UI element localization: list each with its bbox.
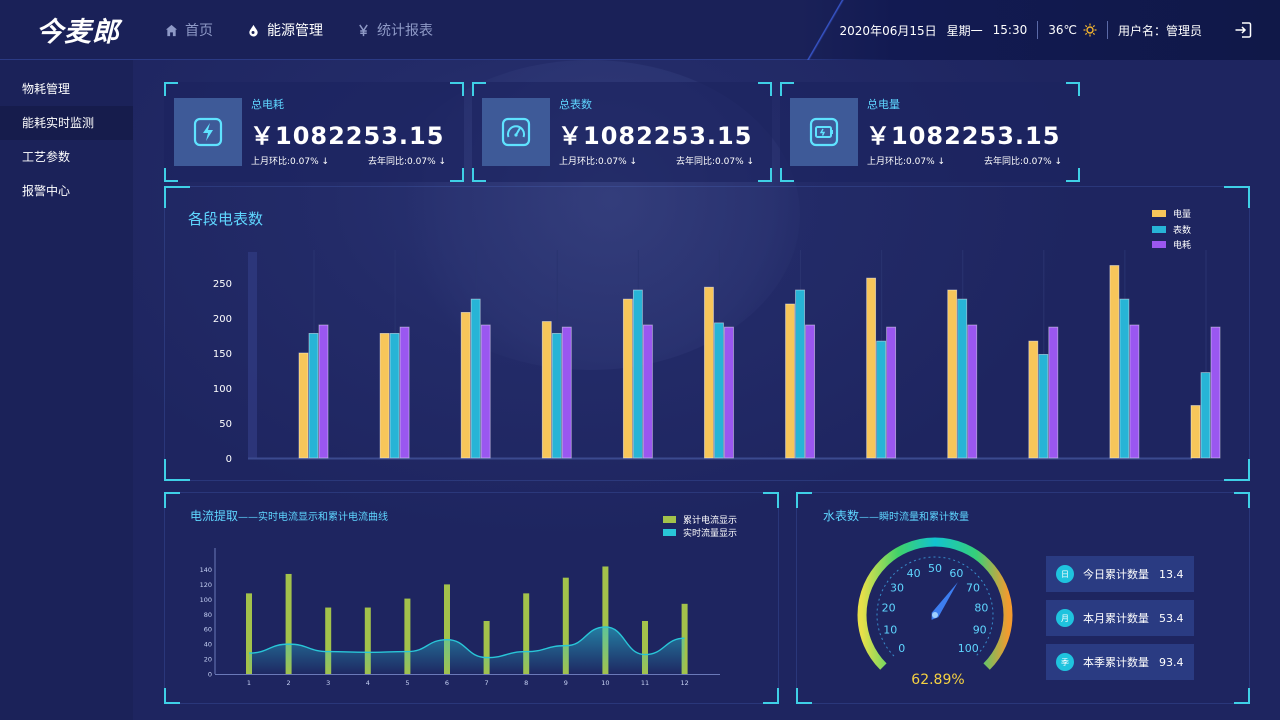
- arrow-down-icon: ↓: [321, 157, 330, 167]
- stat-card-electricity: 总电量 ￥1082253.15 上月环比:0.07% ↓ 去年同比:0.07% …: [780, 82, 1080, 182]
- gauge-tick-label: 50: [928, 562, 942, 575]
- meter-chart-title: 各段电表数: [188, 210, 264, 228]
- arrow-down-icon: ↓: [746, 157, 755, 167]
- gauge-tick-label: 60: [949, 567, 963, 580]
- stat-value: 13.4: [1159, 567, 1184, 581]
- card-value: ￥1082253.15: [866, 122, 1061, 150]
- top-header: 今麦郎 首页 能源管理 统计报表 2020年06月15日 星期一 15:30 3…: [0, 0, 1280, 60]
- meter-chart-panel: [164, 186, 1250, 481]
- nav-energy[interactable]: 能源管理: [247, 20, 323, 40]
- card-mom: 上月环比:0.07% ↓: [559, 157, 638, 167]
- nav-reports-label: 统计报表: [377, 23, 433, 39]
- arrow-down-icon: ↓: [438, 157, 447, 167]
- badge-day: 日: [1056, 565, 1074, 583]
- sidebar: 物耗管理 能耗实时监测 工艺参数 报警中心: [0, 60, 133, 720]
- user-name: 用户名：管理员: [1117, 23, 1202, 38]
- stat-today: 日 今日累计数量 13.4: [1046, 556, 1194, 592]
- card-yoy: 去年同比:0.07% ↓: [676, 157, 755, 167]
- time-text: 15:30: [992, 23, 1028, 37]
- card-value: ￥1082253.15: [250, 122, 445, 150]
- current-chart-title: 电流提取——实时电流显示和累计电流曲线: [190, 509, 389, 523]
- sidebar-item-alarms[interactable]: 报警中心: [0, 174, 133, 208]
- logout-icon[interactable]: [1234, 22, 1252, 38]
- weekday-text: 星期一: [946, 23, 983, 38]
- gauge-percent: 62.89%: [911, 672, 965, 688]
- main-nav: 首页 能源管理 统计报表: [165, 0, 433, 60]
- gauge-tick-label: 100: [958, 642, 979, 655]
- gauge-icon: [501, 117, 531, 147]
- gauge-tick-label: 40: [907, 567, 921, 580]
- stat-quarter: 季 本季累计数量 93.4: [1046, 644, 1194, 680]
- sun-icon: [1083, 23, 1097, 37]
- water-panel-title: 水表数——瞬时流量和累计数量: [823, 509, 970, 523]
- gauge-hub: [932, 612, 938, 618]
- card-value: ￥1082253.15: [558, 122, 753, 150]
- brand-logo: 今麦郎: [36, 17, 120, 48]
- battery-icon: [809, 117, 839, 147]
- stat-month: 月 本月累计数量 53.4: [1046, 600, 1194, 636]
- card-mom: 上月环比:0.07% ↓: [251, 157, 330, 167]
- sidebar-item-process[interactable]: 工艺参数: [0, 140, 133, 174]
- gauge-tick-label: 10: [883, 624, 897, 637]
- legend-item: 累计电流显示: [663, 513, 737, 526]
- meter-chart-legend: 电量 表数 电耗: [1152, 206, 1191, 253]
- stat-card-meter-count: 总表数 ￥1082253.15 上月环比:0.07% ↓ 去年同比:0.07% …: [472, 82, 772, 182]
- badge-month: 月: [1056, 609, 1074, 627]
- legend-item: 表数: [1152, 222, 1191, 238]
- legend-item: 电量: [1152, 206, 1191, 222]
- arrow-down-icon: ↓: [937, 157, 946, 167]
- gauge-tick-label: 0: [898, 642, 905, 655]
- gauge-tick-label: 20: [882, 602, 896, 615]
- card-yoy: 去年同比:0.07% ↓: [984, 157, 1063, 167]
- temperature-text: 36℃: [1048, 23, 1077, 37]
- legend-item: 电耗: [1152, 237, 1191, 253]
- gauge-tick-label: 30: [890, 581, 904, 594]
- yen-icon: [359, 24, 368, 36]
- card-yoy: 去年同比:0.07% ↓: [368, 157, 447, 167]
- nav-energy-label: 能源管理: [267, 23, 323, 39]
- gauge-tick-label: 70: [966, 581, 980, 594]
- nav-home-label: 首页: [185, 23, 213, 39]
- stat-value: 93.4: [1159, 655, 1184, 669]
- arrow-down-icon: ↓: [1054, 157, 1063, 167]
- nav-reports[interactable]: 统计报表: [357, 20, 433, 40]
- current-chart-legend: 累计电流显示 实时流量显示: [663, 513, 737, 539]
- badge-quarter: 季: [1056, 653, 1074, 671]
- date-text: 2020年06月15日: [839, 23, 937, 38]
- lightning-icon: [193, 117, 223, 147]
- card-mom: 上月环比:0.07% ↓: [867, 157, 946, 167]
- home-icon: [165, 24, 178, 36]
- header-info: 2020年06月15日 星期一 15:30 36℃ 用户名：管理员: [840, 0, 1252, 60]
- stat-card-power-consumption: 总电耗 ￥1082253.15 上月环比:0.07% ↓ 去年同比:0.07% …: [164, 82, 464, 182]
- gauge-tick-label: 90: [973, 624, 987, 637]
- nav-home[interactable]: 首页: [165, 20, 213, 40]
- arrow-down-icon: ↓: [629, 157, 638, 167]
- card-title: 总电量: [867, 98, 900, 111]
- sidebar-item-monitoring[interactable]: 能耗实时监测: [0, 106, 133, 140]
- sidebar-item-materials[interactable]: 物耗管理: [0, 72, 133, 106]
- legend-item: 实时流量显示: [663, 526, 737, 539]
- stat-value: 53.4: [1159, 611, 1184, 625]
- card-title: 总表数: [559, 98, 592, 111]
- card-title: 总电耗: [251, 98, 284, 111]
- gauge-tick-label: 80: [974, 602, 988, 615]
- drop-icon: [249, 24, 258, 37]
